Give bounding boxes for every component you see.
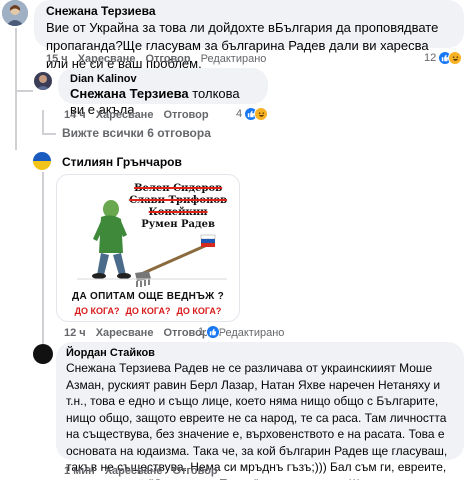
like-button[interactable]: Харесване xyxy=(105,464,163,478)
reaction-count: 4 xyxy=(236,108,243,120)
thread-line-replies-curve xyxy=(42,133,56,135)
reaction-summary[interactable]: 1 xyxy=(198,325,221,339)
comment-author[interactable]: Снежана Терзиева xyxy=(46,4,452,19)
like-button[interactable]: Харесване xyxy=(96,108,154,122)
comment-actions: 12 ч Харесване Отговор Редактирано xyxy=(64,326,284,340)
reply-button[interactable]: Отговор xyxy=(172,464,217,478)
meme-dokoga-text: ДО КОГА? xyxy=(125,306,171,316)
comment-time[interactable]: 14 ч xyxy=(64,108,86,122)
comment-text: Снежана Терзиева Радев не се различава о… xyxy=(66,361,448,480)
thread-line-2-curve xyxy=(42,334,44,344)
thread-line-replies xyxy=(42,110,44,134)
comment-actions: 15 ч Харесване Отговор Редактирано xyxy=(46,52,266,66)
meme-dokoga-text: ДО КОГА? xyxy=(74,306,120,316)
haha-reaction-icon xyxy=(448,51,463,65)
thread-line-2 xyxy=(42,172,44,334)
comment-bubble: Dian Kalinov Снежана Терзиева толкова ви… xyxy=(58,68,268,117)
avatar-photo-icon xyxy=(34,72,52,90)
edited-label[interactable]: Редактирано xyxy=(219,326,285,340)
avatar[interactable] xyxy=(34,72,52,90)
reaction-summary[interactable]: 12 xyxy=(424,51,463,65)
reply-button[interactable]: Отговор xyxy=(163,108,208,122)
meme-question-text: ДА ОПИТАМ ОЩЕ ВЕДНЪЖ ? xyxy=(72,291,224,302)
like-reaction-icon xyxy=(206,325,221,339)
thread-line xyxy=(15,28,17,150)
reply-button[interactable]: Отговор xyxy=(145,52,190,66)
meme-dokoga-row: ДО КОГА? ДО КОГА? ДО КОГА? xyxy=(57,306,239,316)
view-all-replies-link[interactable]: Вижте всички 6 отговора xyxy=(62,126,211,140)
avatar[interactable] xyxy=(33,152,51,170)
comment-bubble: Снежана Терзиева Вие от Украйна за това … xyxy=(34,0,464,71)
comment-time[interactable]: 15 ч xyxy=(46,52,68,66)
thread-line-curve xyxy=(15,90,33,92)
edited-label[interactable]: Редактирано xyxy=(201,52,267,66)
comment-author[interactable]: Йордан Стайков xyxy=(66,347,454,360)
comment-bubble: Йордан Стайков Снежана Терзиева Радев не… xyxy=(56,342,464,480)
like-button[interactable]: Харесване xyxy=(96,326,154,340)
comment-author[interactable]: Dian Kalinov xyxy=(70,73,256,86)
avatar[interactable] xyxy=(2,0,28,26)
reaction-count: 12 xyxy=(424,52,437,64)
comment-time[interactable]: 1 мин xyxy=(64,464,95,478)
comment-actions: 14 ч Харесване Отговор xyxy=(64,108,209,122)
comment-image[interactable]: Велен Сидеров Слави Трифонов Копейкин Ру… xyxy=(56,174,240,322)
comment-time[interactable]: 12 ч xyxy=(64,326,86,340)
ukraine-flag-avatar-icon xyxy=(33,152,51,170)
comment-actions: 1 мин Харесване Отговор xyxy=(64,464,218,478)
meme-dokoga-text: ДО КОГА? xyxy=(176,306,222,316)
avatar-photo-icon xyxy=(2,0,28,26)
mention-link[interactable]: Снежана Терзиева xyxy=(70,86,189,101)
reaction-summary[interactable]: 4 xyxy=(236,107,269,121)
meme-cartoon-illustration xyxy=(77,200,227,287)
reaction-count: 1 xyxy=(198,326,205,338)
haha-reaction-icon xyxy=(254,107,269,121)
like-button[interactable]: Харесване xyxy=(78,52,136,66)
comment-author[interactable]: Стилиян Грънчаров xyxy=(62,155,182,170)
avatar[interactable] xyxy=(33,344,53,364)
